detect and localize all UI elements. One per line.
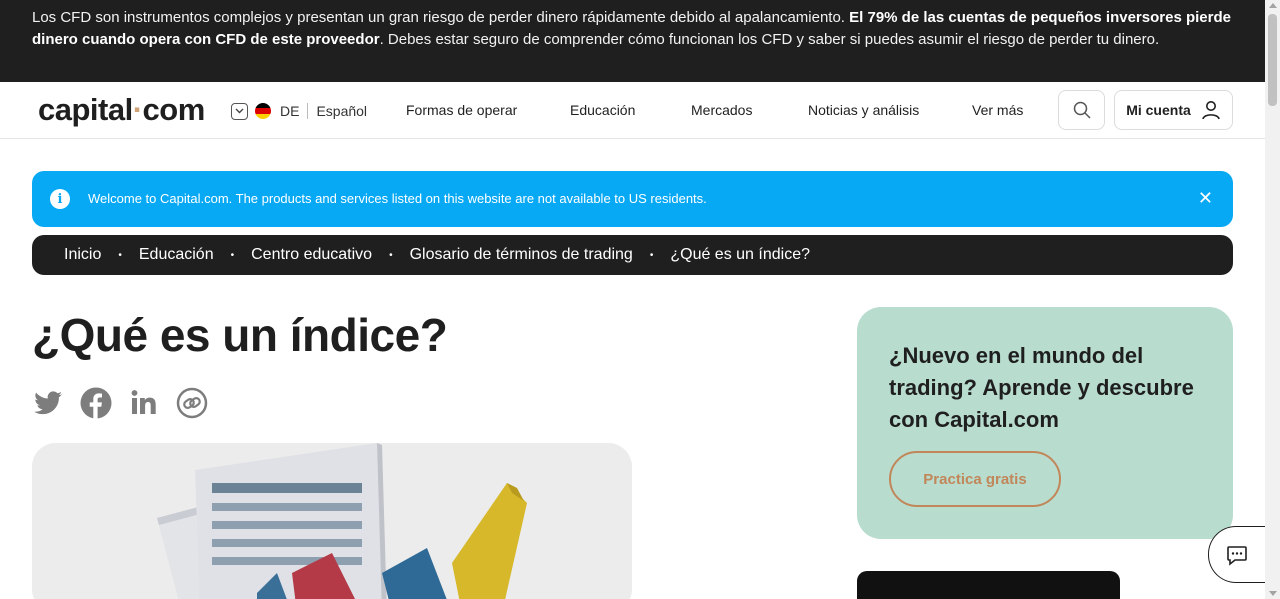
risk-warning-text: Los CFD son instrumentos complejos y pre… — [32, 9, 850, 26]
notice-message: Welcome to Capital.com. The products and… — [88, 191, 707, 206]
search-icon — [1073, 101, 1091, 119]
nav-educacion[interactable]: Educación — [570, 102, 635, 118]
capital-logo[interactable]: capital·com — [38, 92, 205, 128]
breadcrumb: Inicio • Educación • Centro educativo • … — [32, 235, 1233, 275]
close-icon[interactable]: ✕ — [1198, 188, 1213, 209]
risk-warning-banner: Los CFD son instrumentos complejos y pre… — [0, 0, 1265, 82]
app-preview-image — [857, 571, 1120, 599]
search-button[interactable] — [1058, 90, 1105, 130]
scroll-up-icon[interactable] — [1269, 3, 1277, 8]
promo-card: ¿Nuevo en el mundo del trading? Aprende … — [857, 307, 1233, 539]
twitter-icon[interactable] — [32, 387, 64, 419]
language-selector[interactable]: DE Español — [231, 101, 367, 121]
breadcrumb-separator: • — [230, 249, 235, 261]
germany-flag-icon — [255, 103, 271, 119]
info-icon: i — [50, 189, 70, 209]
site-header: capital·com DE Español Formas de operar … — [0, 82, 1265, 139]
language-divider — [307, 103, 309, 119]
breadcrumb-separator: • — [118, 249, 122, 261]
language-label: Español — [316, 103, 368, 119]
chat-icon — [1227, 545, 1247, 566]
promo-title: ¿Nuevo en el mundo del trading? Aprende … — [889, 343, 1194, 432]
chat-button[interactable] — [1208, 526, 1265, 583]
page-title: ¿Qué es un índice? — [32, 309, 448, 361]
article-hero-image — [32, 443, 632, 599]
breadcrumb-item-centro-educativo[interactable]: Centro educativo — [251, 246, 372, 264]
nav-formas-de-operar[interactable]: Formas de operar — [406, 102, 517, 118]
breadcrumb-separator: • — [649, 249, 654, 261]
practice-free-button[interactable]: Practica gratis — [889, 451, 1061, 507]
nav-mercados[interactable]: Mercados — [691, 102, 752, 118]
breadcrumb-item-glosario[interactable]: Glosario de términos de trading — [410, 246, 633, 264]
page-scrollbar[interactable] — [1265, 0, 1280, 599]
nav-ver-mas[interactable]: Ver más — [972, 102, 1023, 118]
nav-noticias-y-analisis[interactable]: Noticias y análisis — [808, 102, 919, 118]
country-code: DE — [280, 103, 300, 119]
us-residents-notice: i Welcome to Capital.com. The products a… — [32, 171, 1233, 227]
logo-text-left: capital — [38, 92, 133, 127]
linkedin-icon[interactable] — [128, 387, 160, 419]
logo-text-right: com — [142, 92, 206, 127]
my-account-label: Mi cuenta — [1126, 102, 1191, 118]
user-icon — [1201, 101, 1220, 120]
breadcrumb-separator: • — [389, 249, 393, 261]
logo-dot: · — [132, 92, 143, 127]
copy-link-icon[interactable] — [176, 387, 208, 419]
my-account-button[interactable]: Mi cuenta — [1114, 90, 1233, 130]
breadcrumb-item-inicio[interactable]: Inicio — [64, 246, 101, 264]
breadcrumb-item-current: ¿Qué es un índice? — [670, 246, 810, 263]
breadcrumb-item-educacion[interactable]: Educación — [139, 246, 214, 264]
scrollbar-thumb[interactable] — [1268, 14, 1277, 106]
index-chart-illustration — [32, 443, 632, 599]
facebook-icon[interactable] — [80, 387, 112, 419]
chevron-down-icon — [231, 102, 248, 120]
scroll-down-icon[interactable] — [1269, 591, 1277, 596]
risk-warning-text-end: . Debes estar seguro de comprender cómo … — [379, 31, 1160, 48]
